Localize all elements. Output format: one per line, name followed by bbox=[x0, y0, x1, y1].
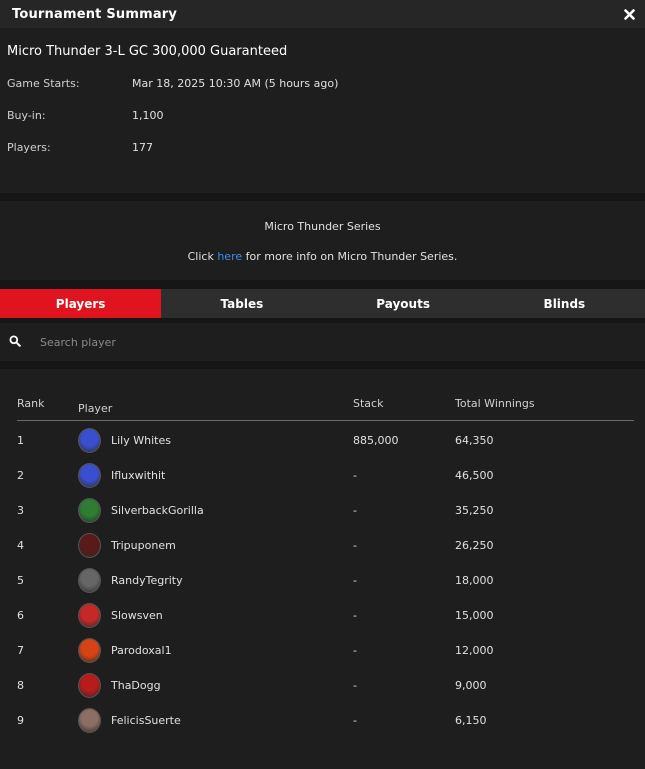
row-player: ThaDogg bbox=[78, 673, 353, 698]
row-rank: 2 bbox=[17, 469, 24, 482]
series-info-prefix: Click bbox=[187, 250, 218, 263]
row-stack: - bbox=[353, 504, 357, 517]
players-label: Players: bbox=[7, 141, 51, 154]
row-winnings: 9,000 bbox=[455, 679, 487, 692]
players-value: 177 bbox=[132, 141, 153, 154]
player-name: Slowsven bbox=[111, 609, 163, 622]
series-info-link[interactable]: here bbox=[217, 250, 242, 263]
row-stack: 885,000 bbox=[353, 434, 399, 447]
player-avatar bbox=[78, 498, 101, 523]
player-avatar bbox=[78, 638, 101, 663]
player-name: Tripuponem bbox=[111, 539, 176, 552]
title-bar: Tournament Summary bbox=[0, 0, 645, 28]
row-winnings: 12,000 bbox=[455, 644, 494, 657]
table-header: Rank Player Stack Total Winnings bbox=[17, 397, 634, 421]
row-winnings: 18,000 bbox=[455, 574, 494, 587]
row-player: Lily Whites bbox=[78, 428, 353, 453]
player-name: RandyTegrity bbox=[111, 574, 183, 587]
row-winnings: 15,000 bbox=[455, 609, 494, 622]
player-avatar bbox=[78, 673, 101, 698]
player-name: SilverbackGorilla bbox=[111, 504, 204, 517]
table-row[interactable]: 9 FelicisSuerte - 6,150 bbox=[17, 703, 634, 738]
row-player: Tripuponem bbox=[78, 533, 353, 558]
table-row[interactable]: 3 SilverbackGorilla - 35,250 bbox=[17, 493, 634, 528]
row-player: SilverbackGorilla bbox=[78, 498, 353, 523]
table-row[interactable]: 2 Ifluxwithit - 46,500 bbox=[17, 458, 634, 493]
row-stack: - bbox=[353, 644, 357, 657]
row-rank: 7 bbox=[17, 644, 24, 657]
tab-players[interactable]: Players bbox=[0, 289, 162, 318]
series-info: Micro Thunder Series Click here for more… bbox=[0, 201, 645, 280]
row-player: FelicisSuerte bbox=[78, 708, 353, 733]
player-avatar bbox=[78, 533, 101, 558]
table-row[interactable]: 5 RandyTegrity - 18,000 bbox=[17, 563, 634, 598]
row-winnings: 64,350 bbox=[455, 434, 494, 447]
row-player: Slowsven bbox=[78, 603, 353, 628]
game-starts-label: Game Starts: bbox=[7, 77, 80, 90]
series-info-text: Click here for more info on Micro Thunde… bbox=[0, 250, 645, 263]
row-rank: 8 bbox=[17, 679, 24, 692]
buy-in-label: Buy-in: bbox=[7, 109, 46, 122]
header-total-winnings[interactable]: Total Winnings bbox=[455, 397, 575, 420]
row-winnings: 46,500 bbox=[455, 469, 494, 482]
player-name: Lily Whites bbox=[111, 434, 171, 447]
header-player[interactable]: Player bbox=[78, 397, 353, 420]
row-stack: - bbox=[353, 469, 357, 482]
table-body: 1 Lily Whites 885,000 64,350 2 Ifluxwithit -46… bbox=[17, 421, 634, 738]
player-name: Ifluxwithit bbox=[111, 469, 166, 482]
player-avatar bbox=[78, 428, 101, 453]
row-rank: 1 bbox=[17, 434, 24, 447]
row-rank: 5 bbox=[17, 574, 24, 587]
tab-payouts[interactable]: Payouts bbox=[323, 289, 484, 318]
row-player: Parodoxal1 bbox=[78, 638, 353, 663]
tab-bar: Players Tables Payouts Blinds bbox=[0, 289, 645, 318]
tab-tables[interactable]: Tables bbox=[161, 289, 322, 318]
table-row[interactable]: 8 ThaDogg - 9,000 bbox=[17, 668, 634, 703]
row-rank: 4 bbox=[17, 539, 24, 552]
row-stack: - bbox=[353, 539, 357, 552]
tab-blinds[interactable]: Blinds bbox=[484, 289, 645, 318]
tournament-info: Micro Thunder 3-L GC 300,000 Guaranteed … bbox=[0, 28, 645, 193]
row-rank: 3 bbox=[17, 504, 24, 517]
search-player-input[interactable] bbox=[38, 334, 542, 350]
search-icon bbox=[9, 335, 21, 350]
row-stack: - bbox=[353, 679, 357, 692]
row-stack: - bbox=[353, 714, 357, 727]
info-row-game-starts: Game Starts: Mar 18, 2025 10:30 AM (5 ho… bbox=[7, 77, 638, 109]
table-row[interactable]: 7 Parodoxal1 - 12,000 bbox=[17, 633, 634, 668]
player-avatar bbox=[78, 708, 101, 733]
info-row-players: Players: 177 bbox=[7, 141, 638, 173]
player-name: Parodoxal1 bbox=[111, 644, 172, 657]
header-rank[interactable]: Rank bbox=[17, 397, 78, 420]
row-stack: - bbox=[353, 609, 357, 622]
row-player: RandyTegrity bbox=[78, 568, 353, 593]
row-player: Ifluxwithit bbox=[78, 463, 353, 488]
series-info-suffix: for more info on Micro Thunder Series. bbox=[242, 250, 458, 263]
close-icon[interactable] bbox=[621, 6, 637, 22]
buy-in-value: 1,100 bbox=[132, 109, 164, 122]
table-row[interactable]: 1 Lily Whites 885,000 64,350 bbox=[17, 423, 634, 458]
player-avatar bbox=[78, 568, 101, 593]
row-winnings: 35,250 bbox=[455, 504, 494, 517]
players-table: Rank Player Stack Total Winnings 1 Lily W… bbox=[0, 369, 645, 769]
player-avatar bbox=[78, 463, 101, 488]
info-row-buy-in: Buy-in: 1,100 bbox=[7, 109, 638, 141]
game-starts-value: Mar 18, 2025 10:30 AM (5 hours ago) bbox=[132, 77, 339, 90]
row-winnings: 6,150 bbox=[455, 714, 487, 727]
row-winnings: 26,250 bbox=[455, 539, 494, 552]
row-rank: 9 bbox=[17, 714, 24, 727]
series-name: Micro Thunder Series bbox=[264, 220, 381, 233]
table-row[interactable]: 4 Tripuponem - 26,250 bbox=[17, 528, 634, 563]
header-stack[interactable]: Stack bbox=[353, 397, 455, 420]
player-avatar bbox=[78, 603, 101, 628]
player-name: FelicisSuerte bbox=[111, 714, 181, 727]
row-rank: 6 bbox=[17, 609, 24, 622]
table-row[interactable]: 6 Slowsven - 15,000 bbox=[17, 598, 634, 633]
row-stack: - bbox=[353, 574, 357, 587]
search-bar bbox=[0, 323, 645, 361]
section-divider bbox=[0, 193, 645, 201]
tournament-name: Micro Thunder 3-L GC 300,000 Guaranteed bbox=[7, 44, 288, 59]
window-title: Tournament Summary bbox=[12, 6, 178, 22]
player-name: ThaDogg bbox=[111, 679, 161, 692]
